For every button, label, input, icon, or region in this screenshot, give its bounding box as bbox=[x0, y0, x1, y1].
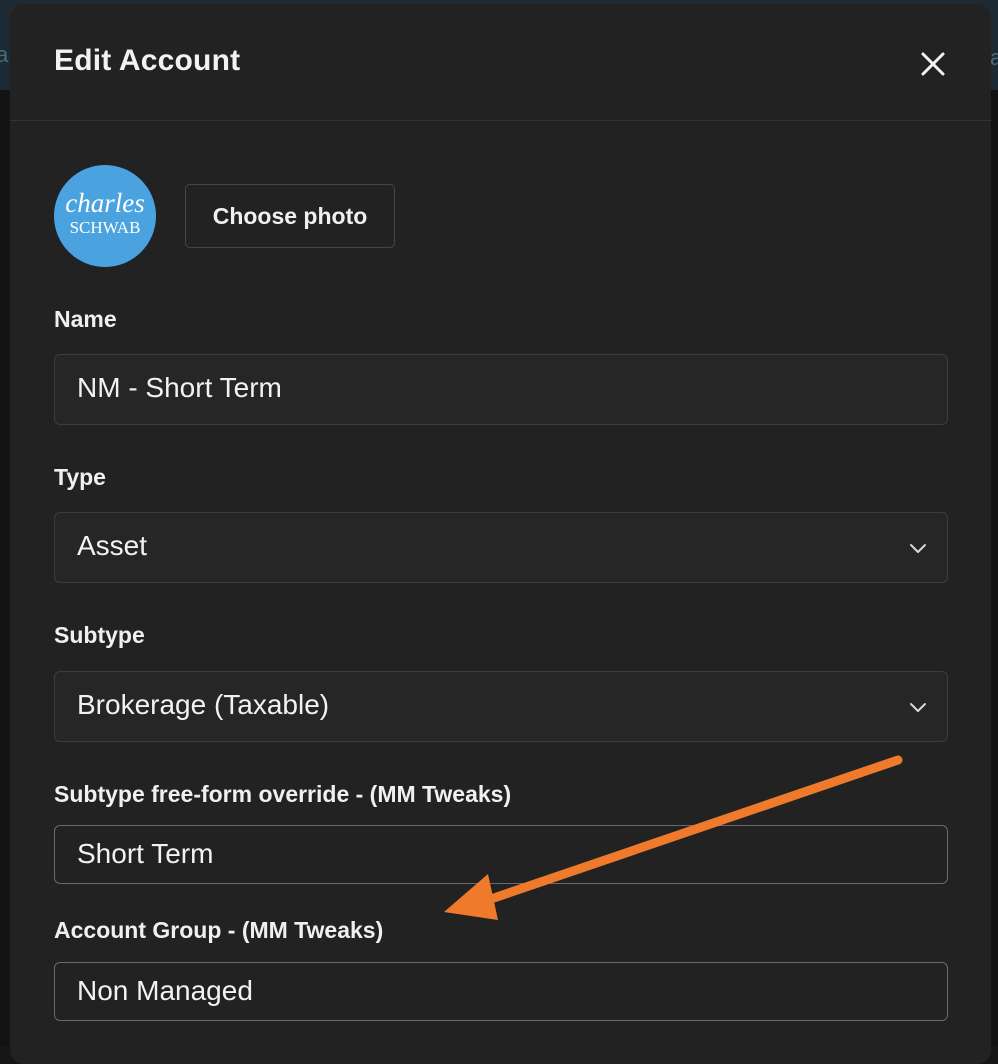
name-input-value: NM - Short Term bbox=[77, 372, 282, 403]
background-text-fragment: a bbox=[990, 45, 998, 70]
modal-header: Edit Account bbox=[10, 4, 991, 121]
close-icon bbox=[921, 52, 945, 76]
account-group-input-value: Non Managed bbox=[77, 975, 253, 1006]
modal-title: Edit Account bbox=[54, 44, 241, 77]
account-group-label: Account Group - (MM Tweaks) bbox=[54, 917, 384, 943]
subtype-select-value: Brokerage (Taxable) bbox=[77, 689, 330, 720]
account-group-input[interactable]: Non Managed bbox=[54, 962, 948, 1021]
subtype-label: Subtype bbox=[54, 622, 145, 648]
subtype-override-input[interactable]: Short Term bbox=[54, 825, 948, 884]
type-select-value: Asset bbox=[77, 530, 148, 561]
close-button[interactable] bbox=[914, 45, 952, 83]
type-label: Type bbox=[54, 464, 106, 490]
avatar-logo-text-line2: SCHWAB bbox=[69, 218, 141, 237]
name-label: Name bbox=[54, 306, 117, 332]
name-input[interactable]: NM - Short Term bbox=[54, 354, 948, 425]
subtype-override-input-value: Short Term bbox=[77, 838, 214, 869]
subtype-select[interactable]: Brokerage (Taxable) bbox=[54, 671, 948, 742]
chevron-down-icon bbox=[910, 544, 926, 553]
subtype-override-label: Subtype free-form override - (MM Tweaks) bbox=[54, 781, 512, 807]
account-logo-avatar: charles SCHWAB bbox=[54, 165, 156, 267]
avatar-logo-text-line1: charles bbox=[65, 188, 145, 218]
type-select[interactable]: Asset bbox=[54, 512, 948, 583]
edit-account-modal: Edit Account charles SCHWAB Choose photo… bbox=[10, 4, 991, 1064]
chevron-down-icon bbox=[910, 703, 926, 712]
background-text-fragment: a bbox=[0, 42, 9, 67]
choose-photo-button[interactable]: Choose photo bbox=[185, 184, 395, 248]
